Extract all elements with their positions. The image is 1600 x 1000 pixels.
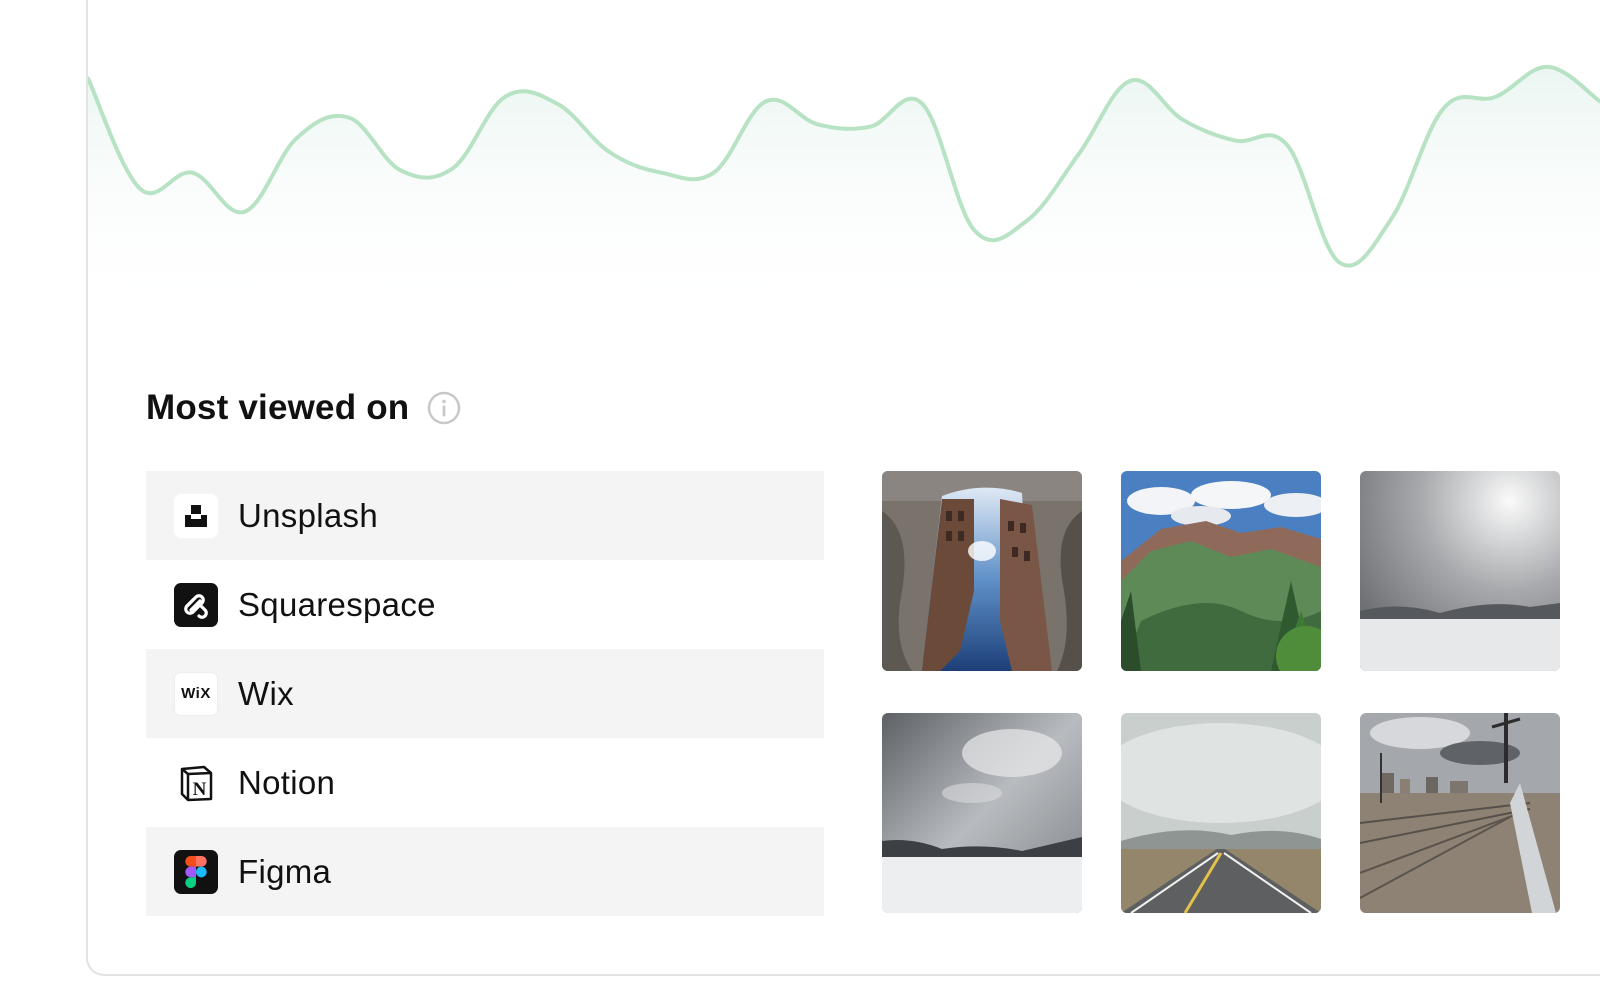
section-title: Most viewed on: [146, 388, 410, 427]
photo-grid: [882, 471, 1560, 913]
photo-thumbnail[interactable]: [882, 471, 1082, 671]
platform-item-wix[interactable]: WiX Wix: [146, 649, 824, 738]
platform-label: Wix: [238, 674, 294, 712]
views-sparkline: [88, 64, 1600, 320]
svg-text:N: N: [193, 779, 207, 800]
wix-logo-icon: WiX: [174, 671, 218, 716]
platform-label: Notion: [238, 763, 336, 801]
wix-logo-text: WiX: [181, 685, 211, 702]
unsplash-logo-icon: [174, 493, 218, 538]
photo-thumbnail[interactable]: [1121, 713, 1321, 913]
platform-item-unsplash[interactable]: Unsplash: [146, 471, 824, 560]
squarespace-logo-icon: [174, 582, 218, 627]
figma-logo-icon: [174, 849, 218, 894]
platform-item-figma[interactable]: Figma: [146, 827, 824, 916]
photo-thumbnail[interactable]: [882, 713, 1082, 913]
notion-logo-icon: N: [174, 761, 218, 805]
platform-list: Unsplash Squarespace WiX Wix N Notion Fi…: [146, 471, 824, 916]
most-viewed-header: Most viewed on: [146, 388, 461, 428]
platform-item-notion[interactable]: N Notion: [146, 738, 824, 827]
photo-thumbnail[interactable]: [1121, 471, 1321, 671]
platform-label: Figma: [238, 852, 332, 890]
sparkline-area: [88, 66, 1600, 320]
photo-thumbnail[interactable]: [1360, 471, 1560, 671]
platform-label: Squarespace: [238, 585, 436, 623]
photo-thumbnail[interactable]: [1360, 713, 1560, 913]
platform-item-squarespace[interactable]: Squarespace: [146, 560, 824, 649]
info-icon[interactable]: [427, 391, 461, 425]
platform-label: Unsplash: [238, 496, 378, 534]
